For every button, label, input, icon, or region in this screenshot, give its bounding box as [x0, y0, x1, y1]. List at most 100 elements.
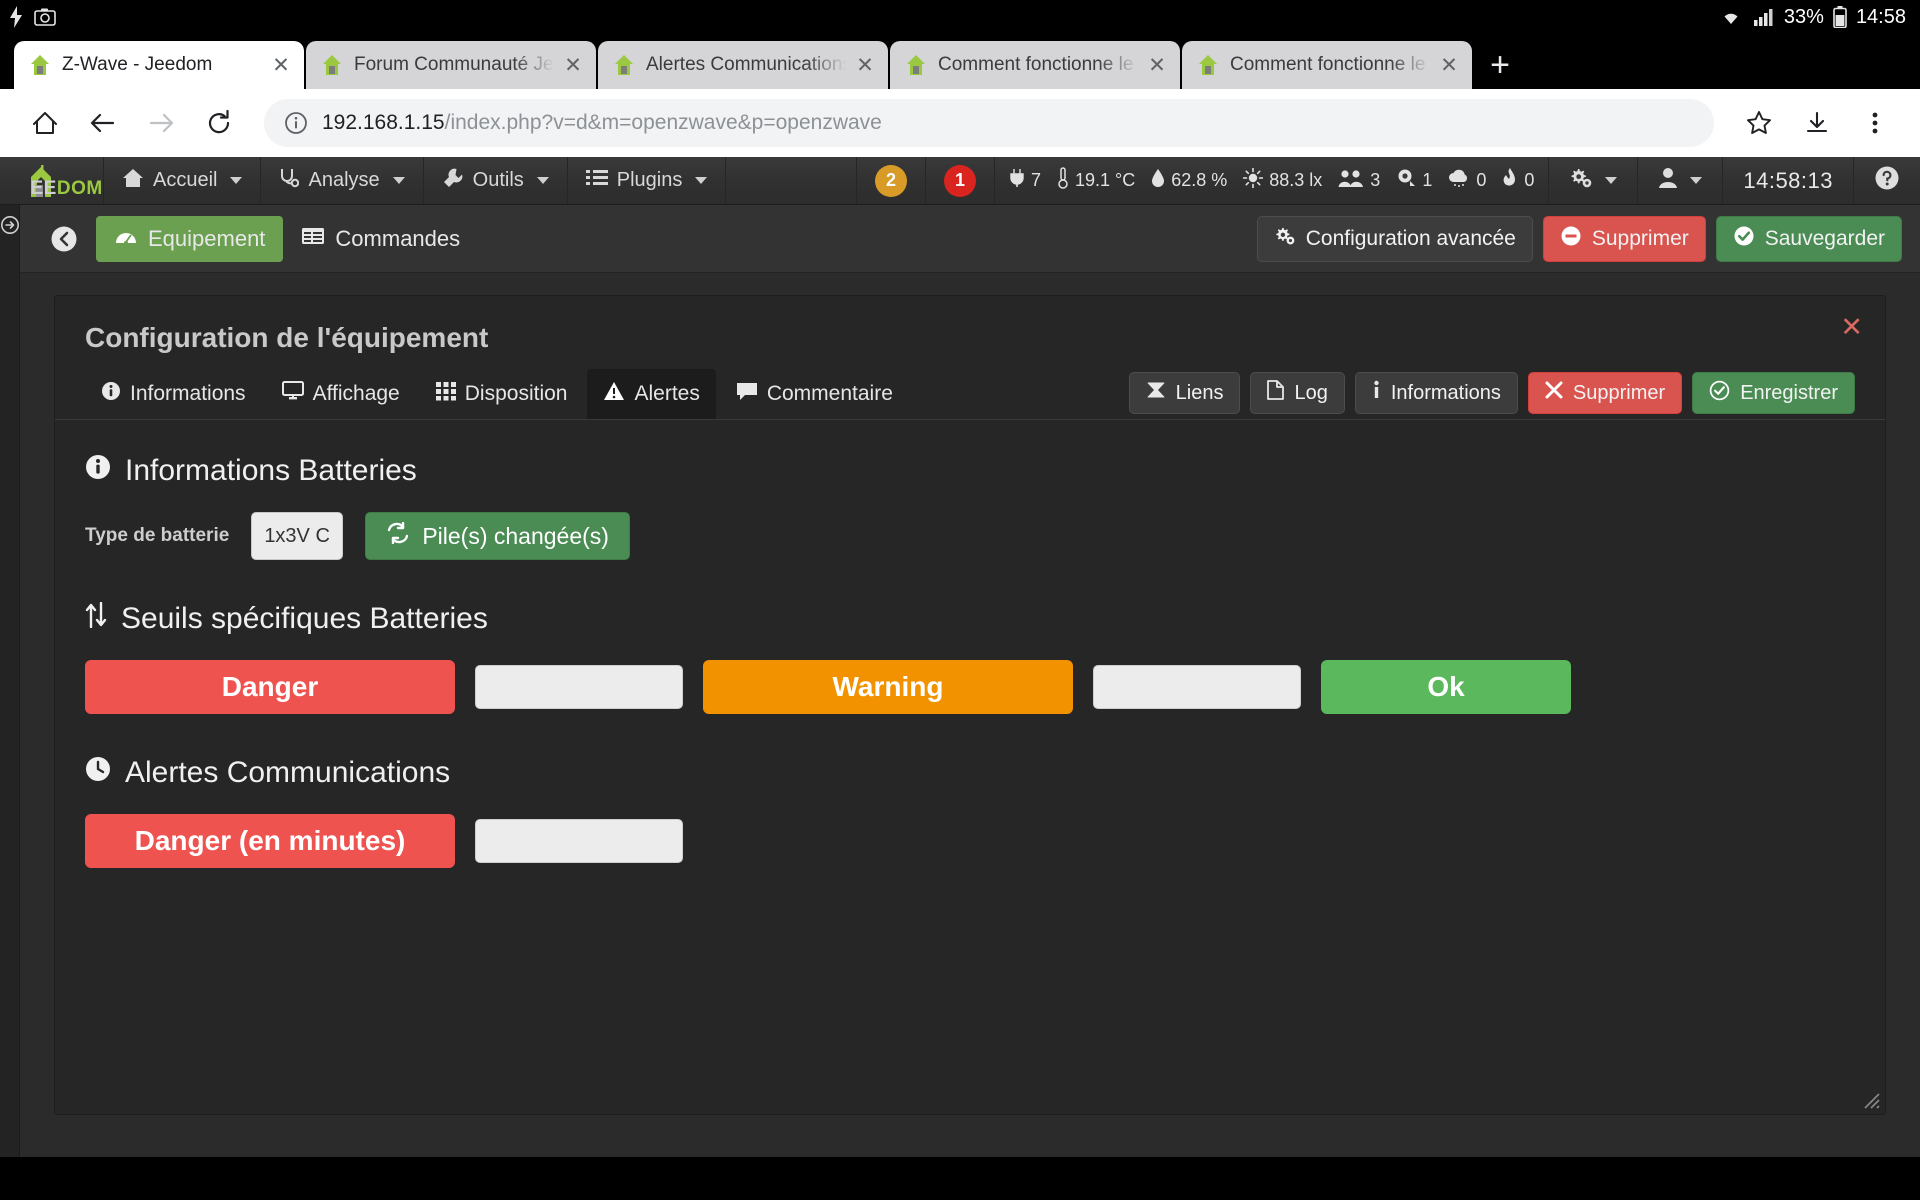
tab-affichage[interactable]: Affichage [266, 369, 416, 419]
threshold-danger-input[interactable] [475, 665, 683, 709]
tab-close-icon[interactable]: ✕ [852, 52, 878, 78]
download-icon[interactable] [1790, 96, 1844, 150]
navbar-warning-badge-cell[interactable]: 2 [857, 157, 926, 204]
overflow-menu-icon[interactable] [1848, 96, 1902, 150]
sensor-temperature[interactable]: 19.1 °C [1057, 167, 1135, 194]
tab-close-icon[interactable]: ✕ [560, 52, 586, 78]
address-bar[interactable]: 192.168.1.15/index.php?v=d&m=openzwave&p… [264, 99, 1714, 147]
panel-close-icon[interactable]: ✕ [1840, 314, 1863, 341]
sensor-camera[interactable]: 1 [1396, 168, 1432, 193]
browser-tab-2[interactable]: Alertes Communications Tim ✕ [598, 41, 888, 89]
pile-changee-button[interactable]: Pile(s) changée(s) [365, 512, 630, 560]
section-informations-batteries: Informations Batteries [85, 454, 1855, 488]
nav-menu-label: Plugins [616, 169, 683, 191]
forward-arrow-icon[interactable] [134, 96, 188, 150]
dashboard-icon [114, 226, 138, 252]
rail-expand-icon[interactable] [0, 215, 20, 235]
thermometer-icon [1057, 167, 1069, 194]
liens-button[interactable]: Liens [1128, 372, 1241, 414]
nav-menu-accueil[interactable]: Accueil [104, 157, 262, 204]
threshold-warning-input[interactable] [1093, 665, 1301, 709]
informations-button[interactable]: Informations [1354, 372, 1518, 414]
browser-tab-4[interactable]: Comment fonctionne le Hea ✕ [1182, 41, 1472, 89]
status-badge-warning[interactable]: 2 [874, 164, 907, 197]
browser-tab-title: Alertes Communications Tim [646, 54, 846, 75]
panel-actions: Liens Log Informations Supprimer Enregis… [1128, 372, 1855, 419]
page-container: Equipement Commandes Configuration avanc… [20, 205, 1920, 1115]
equipment-configuration-panel: ✕ Configuration de l'équipement Informat… [54, 295, 1886, 1115]
navbar-summary-sensors: 7 19.1 °C 62.8 % 88.3 lx 3 1 0 0 [995, 157, 1550, 204]
page-toolbar-actions: Configuration avancée Supprimer Sauvegar… [1256, 215, 1902, 262]
tab-label: Disposition [464, 382, 568, 405]
tab-alertes[interactable]: Alertes [587, 369, 716, 419]
grid-icon [435, 381, 456, 407]
list-icon [585, 169, 608, 193]
chevron-down-icon [230, 177, 243, 184]
log-button[interactable]: Log [1250, 372, 1345, 414]
camera-icon [1396, 168, 1416, 193]
info-circle-icon [85, 454, 111, 488]
panel-supprimer-button[interactable]: Supprimer [1527, 372, 1683, 414]
sensor-value: 0 [1524, 170, 1535, 190]
tab-close-icon[interactable]: ✕ [268, 52, 294, 78]
sauvegarder-button[interactable]: Sauvegarder [1715, 215, 1902, 262]
info-circle-icon[interactable] [284, 111, 308, 135]
page-toolbar: Equipement Commandes Configuration avanc… [20, 205, 1920, 273]
nav-clock: 14:58:13 [1723, 157, 1854, 204]
nav-menu-analyse[interactable]: Analyse [261, 157, 424, 204]
back-arrow-icon[interactable] [76, 96, 130, 150]
tab-disposition[interactable]: Disposition [420, 369, 584, 419]
new-tab-button[interactable]: + [1474, 41, 1526, 89]
comm-danger-label: Danger (en minutes) [85, 814, 455, 868]
sensor-power[interactable]: 7 [1009, 168, 1041, 193]
comm-danger-input[interactable] [475, 819, 683, 863]
navbar-danger-badge-cell[interactable]: 1 [926, 157, 995, 204]
wifi-icon [1718, 7, 1744, 27]
jeedom-logo[interactable]: EEDOM [0, 157, 104, 204]
tab-commentaire[interactable]: Commentaire [720, 369, 909, 419]
browser-tab-1[interactable]: Forum Communauté Jeedom ✕ [306, 41, 596, 89]
brand-text: EEDOM [30, 177, 103, 199]
battery-type-input[interactable] [251, 512, 344, 560]
chevron-down-icon [1690, 177, 1703, 184]
sun-icon [1242, 167, 1264, 193]
nav-settings-menu[interactable] [1549, 157, 1639, 204]
sensor-luminosity[interactable]: 88.3 lx [1242, 167, 1322, 193]
jeedom-favicon-icon [31, 55, 49, 75]
sort-arrows-icon [85, 601, 107, 636]
sensor-presence[interactable]: 3 [1338, 168, 1380, 193]
browser-tab-0[interactable]: Z-Wave - Jeedom ✕ [14, 41, 304, 89]
back-circle-icon[interactable] [50, 225, 78, 253]
configuration-avancee-button[interactable]: Configuration avancée [1256, 215, 1533, 262]
nav-user-menu[interactable] [1638, 157, 1724, 204]
reload-icon[interactable] [192, 96, 246, 150]
browser-tab-3[interactable]: Comment fonctionne le Hea ✕ [890, 41, 1180, 89]
status-badge-danger[interactable]: 1 [943, 164, 976, 197]
tab-close-icon[interactable]: ✕ [1144, 52, 1170, 78]
jeedom-navbar: EEDOM Accueil Analyse Outils Plugins 2 1… [0, 157, 1920, 205]
status-bar-left-icons [8, 6, 56, 28]
jeedom-favicon-icon [907, 55, 925, 75]
people-icon [1338, 168, 1364, 193]
sensor-value: 19.1 °C [1074, 170, 1136, 190]
tab-close-icon[interactable]: ✕ [1436, 52, 1462, 78]
sensor-rain[interactable]: 0 [1448, 168, 1486, 193]
supprimer-button[interactable]: Supprimer [1542, 215, 1706, 262]
sensor-humidity[interactable]: 62.8 % [1151, 168, 1227, 193]
alertes-tab-content: Informations Batteries Type de batterie … [55, 420, 1885, 898]
home-icon[interactable] [18, 96, 72, 150]
button-label: Pile(s) changée(s) [422, 522, 609, 549]
button-label: Log [1294, 381, 1328, 404]
panel-resize-grip[interactable] [1859, 1088, 1881, 1110]
star-icon[interactable] [1732, 96, 1786, 150]
nav-menu-plugins[interactable]: Plugins [568, 157, 727, 204]
jeedom-logo-mark: EEDOM [15, 161, 102, 201]
sensor-fire[interactable]: 0 [1502, 167, 1534, 194]
page-tab-equipement[interactable]: Equipement [96, 215, 284, 262]
nav-help-button[interactable] [1854, 157, 1920, 204]
page-tab-commandes[interactable]: Commandes [283, 216, 478, 262]
enregistrer-button[interactable]: Enregistrer [1692, 372, 1855, 414]
tab-informations[interactable]: Informations [85, 369, 262, 419]
table-icon [301, 226, 325, 252]
nav-menu-outils[interactable]: Outils [424, 157, 568, 204]
